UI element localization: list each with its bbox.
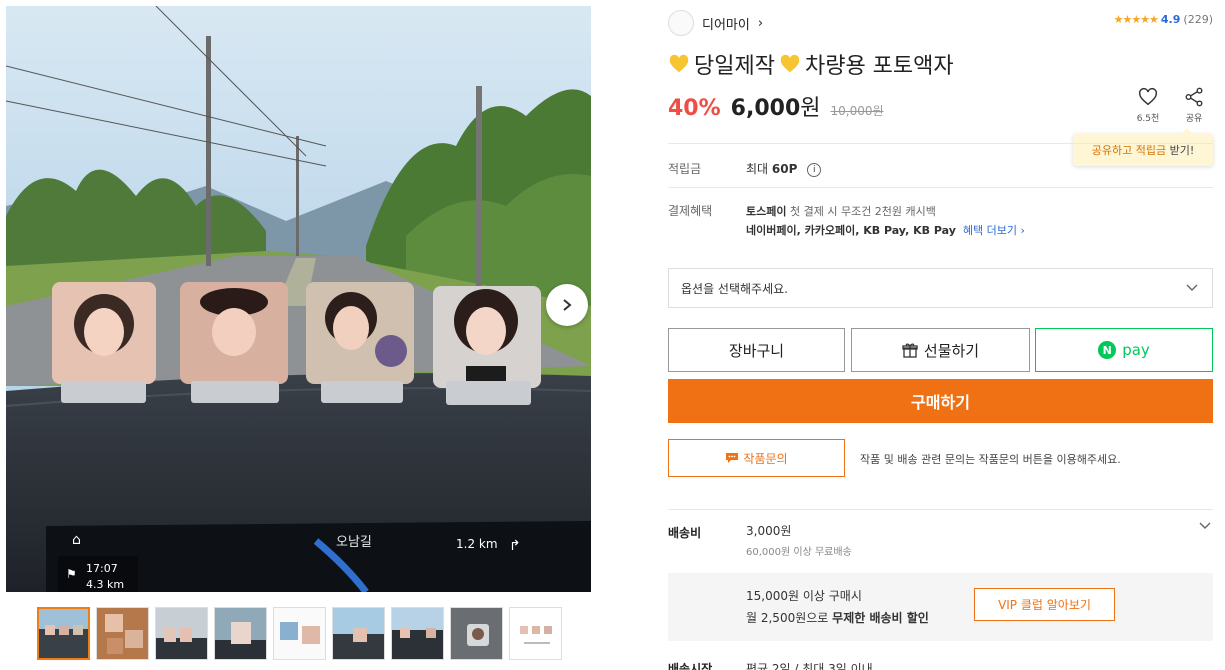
thumbnail-8[interactable] — [450, 607, 503, 660]
buy-now-button[interactable]: 구매하기 — [668, 379, 1213, 423]
svg-text:⚑: ⚑ — [66, 567, 77, 581]
share-reward-tooltip: 공유하고 적립금 받기! — [1073, 128, 1213, 166]
nav-turn-text: 1.2 km — [456, 537, 498, 551]
benefit-more-link[interactable]: 혜택 더보기 › — [963, 224, 1025, 237]
naver-pay-label: pay — [1122, 341, 1150, 359]
product-page: ⌂ 17:07 4.3 km ⚑ 오남길 1.2 km ↱ 디어마이 › ★★★… — [0, 0, 1225, 670]
shipping-start-value: 평균 2일 / 최대 3일 이내 — [746, 662, 873, 670]
inquiry-note: 작품 및 배송 관련 문의는 작품문의 버튼을 이용해주세요. — [860, 453, 1121, 466]
vip-offer-bold: 무제한 배송비 할인 — [832, 611, 929, 625]
shipping-start-row: 배송시작 평균 2일 / 최대 3일 이내 — [668, 660, 873, 670]
next-image-button[interactable] — [546, 284, 588, 326]
divider — [668, 143, 1213, 144]
chat-bubble-icon — [726, 453, 739, 463]
product-title: 당일제작 차량용 포토액자 — [668, 48, 954, 80]
seller-name: 디어마이 — [702, 17, 750, 33]
gift-button-label: 선물하기 — [923, 341, 980, 360]
share-button[interactable]: 공유 — [1179, 86, 1209, 124]
option-select[interactable]: 옵션을 선택해주세요. — [668, 268, 1213, 308]
product-inquiry-button[interactable]: 작품문의 — [668, 439, 845, 477]
share-icon — [1185, 87, 1203, 107]
points-label: 적립금 — [668, 162, 702, 176]
toss-pay-benefit: 첫 결제 시 무조건 2천원 캐시백 — [789, 205, 936, 218]
seller-logo — [668, 10, 694, 36]
chevron-right-icon — [563, 299, 572, 311]
yellow-heart-icon — [669, 54, 689, 73]
sale-price-number: 6,000 — [730, 96, 801, 121]
points-value: 최대 60P i — [746, 160, 822, 177]
nav-distance-text: 4.3 km — [86, 578, 124, 591]
chevron-down-icon — [1186, 284, 1198, 291]
gift-button[interactable]: 선물하기 — [851, 328, 1030, 372]
product-inquiry-label: 작품문의 — [743, 451, 788, 466]
vip-offer: 월 2,500원으로 무제한 배송비 할인 — [746, 609, 929, 626]
nav-time-text: 17:07 — [86, 562, 118, 575]
thumbnail-3[interactable] — [155, 607, 208, 660]
divider — [668, 509, 1213, 510]
payment-methods: 네이버페이, 카카오페이, KB Pay, KB Pay — [746, 224, 956, 237]
vip-club-box: 15,000원 이상 구매시 월 2,500원으로 무제한 배송비 할인 VIP… — [668, 573, 1213, 641]
product-title-main: 당일제작 — [694, 54, 775, 79]
shipping-start-label: 배송시작 — [668, 662, 713, 670]
share-tip-highlight: 공유하고 적립금 — [1091, 144, 1167, 157]
nav-road-text: 오남길 — [336, 535, 372, 550]
like-count: 6.5천 — [1136, 114, 1160, 124]
seller-link[interactable]: 디어마이 › — [668, 10, 763, 36]
shipping-fee-value: 3,000원 — [746, 524, 792, 538]
product-main-image: ⌂ 17:07 4.3 km ⚑ 오남길 1.2 km ↱ — [6, 6, 591, 592]
thumbnail-5[interactable] — [273, 607, 326, 660]
thumbnail-9[interactable] — [509, 607, 562, 660]
cart-button[interactable]: 장바구니 — [668, 328, 845, 372]
chevron-down-icon[interactable] — [1199, 522, 1211, 530]
rating-stars-icon: ★★★★★ — [1113, 13, 1159, 26]
yellow-heart-icon — [780, 54, 800, 73]
option-select-placeholder: 옵션을 선택해주세요. — [681, 281, 788, 296]
product-title-rest: 차량용 포토액자 — [804, 54, 954, 79]
buy-now-label: 구매하기 — [911, 393, 970, 412]
vip-club-button[interactable]: VIP 클럽 알아보기 — [974, 588, 1115, 621]
review-count: (229) — [1183, 13, 1213, 26]
share-tip-suffix: 받기! — [1169, 144, 1195, 157]
toss-pay-label: 토스페이 — [746, 205, 787, 218]
vip-club-button-label: VIP 클럽 알아보기 — [998, 598, 1091, 612]
thumbnail-6[interactable] — [332, 607, 385, 660]
sale-price: 6,000원 — [731, 90, 821, 122]
thumbnail-1[interactable] — [37, 607, 90, 660]
svg-text:↱: ↱ — [509, 538, 521, 554]
thumbnail-strip — [37, 607, 562, 660]
rating-summary[interactable]: ★★★★★ 4.9 (229) — [1114, 13, 1213, 26]
shipping-fee-label: 배송비 — [668, 526, 702, 540]
points-prefix: 최대 — [746, 162, 769, 176]
share-label: 공유 — [1185, 114, 1203, 124]
gift-icon — [902, 343, 918, 358]
free-shipping-condition: 60,000원 이상 무료배송 — [746, 547, 852, 558]
thumbnail-2[interactable] — [96, 607, 149, 660]
heart-outline-icon — [1138, 87, 1158, 106]
thumbnail-7[interactable] — [391, 607, 444, 660]
discount-rate: 40% — [668, 96, 721, 121]
vip-condition: 15,000원 이상 구매시 — [746, 589, 862, 603]
rating-score: 4.9 — [1160, 13, 1181, 26]
price-row: 40% 6,000원 10,000원 — [668, 90, 884, 122]
thumbnail-4[interactable] — [214, 607, 267, 660]
payment-line2: 네이버페이, 카카오페이, KB Pay, KB Pay 혜택 더보기 › — [746, 222, 1025, 238]
currency-unit: 원 — [800, 96, 821, 121]
payment-benefit-label: 결제혜택 — [668, 204, 713, 218]
svg-text:⌂: ⌂ — [72, 532, 81, 548]
divider — [668, 187, 1213, 188]
info-icon[interactable]: i — [807, 162, 822, 177]
original-price: 10,000원 — [830, 104, 884, 118]
points-amount: 60P — [771, 162, 798, 176]
payment-line1: 토스페이 첫 결제 시 무조건 2천원 캐시백 — [746, 203, 936, 219]
naver-pay-button[interactable]: N pay — [1035, 328, 1213, 372]
naver-pay-icon: N — [1098, 341, 1117, 359]
cart-button-label: 장바구니 — [728, 341, 785, 360]
chevron-right-icon: › — [757, 15, 764, 31]
like-button[interactable]: 6.5천 — [1133, 86, 1163, 124]
vip-offer-prefix: 월 2,500원으로 — [746, 611, 829, 625]
